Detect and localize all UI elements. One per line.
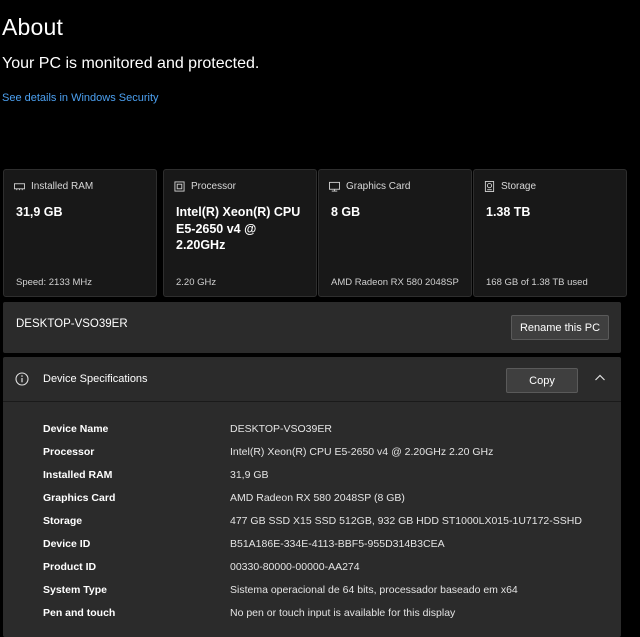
card-detail: Speed: 2133 MHz [16, 277, 93, 288]
card-label: Processor [191, 181, 237, 192]
card-value: 8 GB [331, 205, 361, 219]
spec-key: Storage [43, 515, 83, 527]
card-label: Graphics Card [346, 181, 411, 192]
spec-key: System Type [43, 584, 107, 596]
card-label: Installed RAM [31, 181, 94, 192]
device-specifications-title: Device Specifications [43, 373, 148, 385]
card-installed-ram: Installed RAM 31,9 GB Speed: 2133 MHz [3, 169, 157, 297]
card-value: Intel(R) Xeon(R) CPU E5-2650 v4 @ 2.20GH… [176, 205, 301, 252]
spec-key: Device Name [43, 423, 109, 435]
spec-row: Device Name DESKTOP-VSO39ER [43, 423, 613, 439]
spec-value: DESKTOP-VSO39ER [230, 423, 332, 435]
about-page: About Your PC is monitored and protected… [0, 0, 640, 637]
spec-row: Graphics Card AMD Radeon RX 580 2048SP (8… [43, 492, 613, 508]
pc-name-bar: DESKTOP-VSO39ER Rename this PC [3, 302, 621, 353]
spec-row: Pen and touch No pen or touch input is av… [43, 607, 613, 623]
rename-pc-button[interactable]: Rename this PC [511, 315, 609, 340]
spec-key: Product ID [43, 561, 97, 573]
page-title: About [2, 14, 64, 40]
pc-name: DESKTOP-VSO39ER [16, 318, 128, 330]
card-processor: Processor Intel(R) Xeon(R) CPU E5-2650 v… [163, 169, 317, 297]
card-detail: AMD Radeon RX 580 2048SP [331, 277, 459, 288]
spec-value: 31,9 GB [230, 469, 269, 481]
storage-icon [484, 181, 495, 192]
protection-status-text: Your PC is monitored and protected. [2, 55, 260, 72]
spec-row: System Type Sistema operacional de 64 bit… [43, 584, 613, 600]
processor-icon [174, 181, 185, 192]
card-detail: 2.20 GHz [176, 277, 217, 288]
card-storage: Storage 1.38 TB 168 GB of 1.38 TB used [473, 169, 627, 297]
spec-row: Device ID B51A186E-334E-4113-BBF5-955D314… [43, 538, 613, 554]
spec-value: AMD Radeon RX 580 2048SP (8 GB) [230, 492, 405, 504]
device-specifications-header[interactable]: Device Specifications Copy [3, 357, 621, 402]
spec-row: Installed RAM 31,9 GB [43, 469, 613, 485]
spec-key: Graphics Card [43, 492, 116, 504]
spec-row: Product ID 00330-80000-00000-AA274 [43, 561, 613, 577]
device-specifications-panel: Device Specifications Copy Device Name DE… [3, 357, 621, 637]
copy-button[interactable]: Copy [506, 368, 578, 393]
card-label: Storage [501, 181, 537, 192]
ram-icon [14, 183, 25, 191]
card-value: 31,9 GB [16, 205, 63, 219]
spec-cards: Installed RAM 31,9 GB Speed: 2133 MHz Pr… [3, 169, 627, 297]
spec-row: Storage 477 GB SSD X15 SSD 512GB, 932 GB … [43, 515, 613, 531]
info-icon [15, 372, 29, 386]
card-graphics: Graphics Card 8 GB AMD Radeon RX 580 204… [318, 169, 472, 297]
spec-value: No pen or touch input is available for t… [230, 607, 456, 619]
card-detail: 168 GB of 1.38 TB used [486, 277, 588, 288]
spec-value: 00330-80000-00000-AA274 [230, 561, 360, 573]
spec-key: Installed RAM [43, 469, 113, 481]
spec-key: Device ID [43, 538, 91, 550]
spec-value: Sistema operacional de 64 bits, processa… [230, 584, 518, 596]
spec-key: Pen and touch [43, 607, 116, 619]
chevron-up-icon[interactable] [594, 372, 606, 384]
spec-value: B51A186E-334E-4113-BBF5-955D314B3CEA [230, 538, 445, 550]
spec-value: 477 GB SSD X15 SSD 512GB, 932 GB HDD ST1… [230, 515, 582, 527]
spec-value: Intel(R) Xeon(R) CPU E5-2650 v4 @ 2.20GH… [230, 446, 494, 458]
graphics-card-icon [329, 181, 340, 192]
spec-row: Processor Intel(R) Xeon(R) CPU E5-2650 v4… [43, 446, 613, 462]
spec-key: Processor [43, 446, 95, 458]
card-value: 1.38 TB [486, 205, 531, 219]
windows-security-link[interactable]: See details in Windows Security [2, 92, 159, 104]
